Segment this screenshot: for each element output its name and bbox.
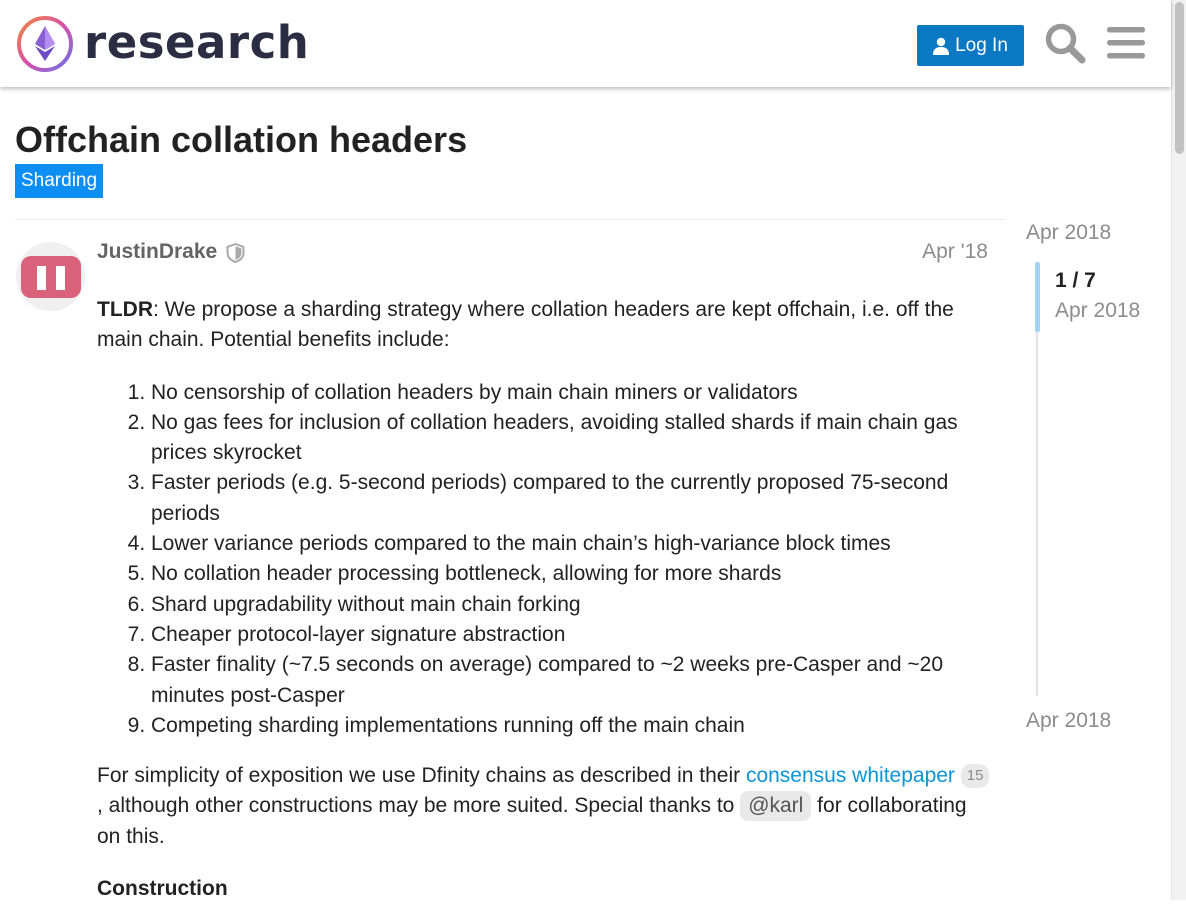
list-item: Faster finality (~7.5 seconds on average… <box>151 650 992 711</box>
list-item: Lower variance periods compared to the m… <box>151 529 992 559</box>
shield-icon <box>226 243 245 263</box>
benefits-list: No censorship of collation headers by ma… <box>97 378 992 742</box>
list-item: No gas fees for inclusion of collation h… <box>151 408 992 469</box>
intro-text: : We propose a sharding strategy where c… <box>97 298 954 352</box>
login-button[interactable]: Log In <box>917 25 1024 66</box>
link-click-count: 15 <box>960 764 990 789</box>
timeline-handle[interactable] <box>1035 262 1040 332</box>
avatar[interactable] <box>16 242 85 311</box>
timeline-position: 1 / 7 <box>1055 269 1096 292</box>
paragraph-text: For simplicity of exposition we use Dfin… <box>97 764 746 788</box>
intro-paragraph: TLDR: We propose a sharding strategy whe… <box>97 295 992 356</box>
site-name: research <box>84 15 310 69</box>
list-item: No collation header processing bottlenec… <box>151 559 992 589</box>
tldr-label: TLDR <box>97 298 153 321</box>
timeline-start-date[interactable]: Apr 2018 <box>1026 221 1111 245</box>
whitepaper-link[interactable]: consensus whitepaper <box>746 764 955 787</box>
paragraph-text: , although other constructions may be mo… <box>97 794 741 818</box>
hamburger-menu-icon[interactable] <box>1107 25 1145 61</box>
ethereum-logo-icon <box>17 16 73 72</box>
timeline-current-date: Apr 2018 <box>1055 299 1141 322</box>
post-body: TLDR: We propose a sharding strategy whe… <box>97 295 992 904</box>
paragraph-exposition: For simplicity of exposition we use Dfin… <box>97 761 992 852</box>
list-item: Cheaper protocol-layer signature abstrac… <box>151 620 992 650</box>
search-icon[interactable] <box>1044 22 1086 64</box>
avatar-initial-icon <box>20 255 81 298</box>
scrollbar-thumb[interactable] <box>1175 2 1184 154</box>
category-badge[interactable]: Sharding <box>15 164 104 198</box>
site-logo[interactable]: research <box>16 14 309 74</box>
page-scrollbar[interactable] <box>1171 0 1186 900</box>
list-item: Competing sharding implementations runni… <box>151 711 992 741</box>
timeline-end-date[interactable]: Apr 2018 <box>1026 709 1111 733</box>
post-date[interactable]: Apr '18 <box>922 240 988 264</box>
list-item: No censorship of collation headers by ma… <box>151 378 992 408</box>
title-divider <box>15 219 1004 220</box>
list-item: Faster periods (e.g. 5-second periods) c… <box>151 468 992 529</box>
site-header: research Log In <box>0 0 1171 87</box>
topic-title[interactable]: Offchain collation headers <box>15 119 467 161</box>
list-item: Shard upgradability without main chain f… <box>151 590 992 620</box>
login-label: Log In <box>955 34 1008 56</box>
user-icon <box>933 37 950 55</box>
user-mention[interactable]: @karl <box>740 791 812 822</box>
post-username[interactable]: JustinDrake <box>97 240 217 264</box>
